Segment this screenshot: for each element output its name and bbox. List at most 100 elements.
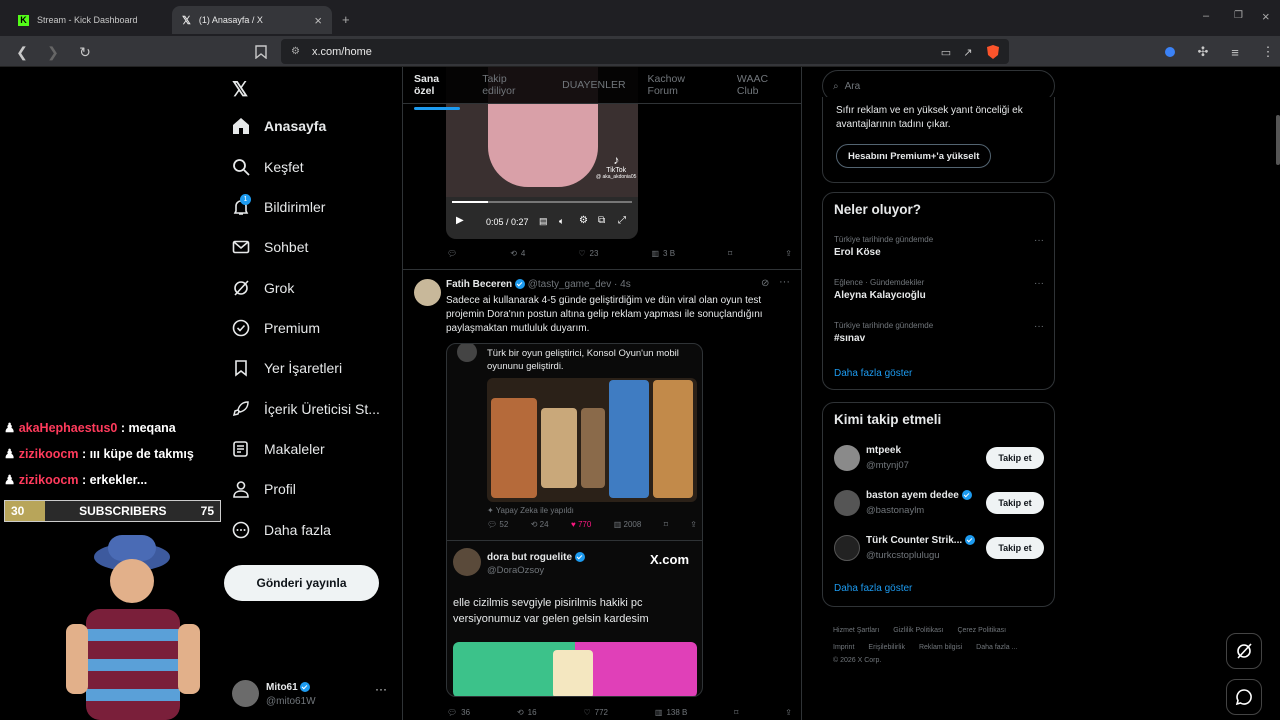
like-button[interactable]: ♡ 772 (583, 708, 608, 717)
post-media-image[interactable]: Türk bir oyun geliştirici, Konsol Oyun'u… (446, 343, 703, 697)
views-button[interactable]: ▥ 138 B (655, 708, 687, 717)
more-dots-icon[interactable]: ··· (779, 276, 790, 288)
video-progress-fill (452, 201, 488, 203)
nav-articles[interactable]: Makaleler (232, 440, 325, 458)
page-scrollbar[interactable] (1276, 115, 1280, 165)
settings-gear-icon[interactable]: ⚙ (579, 215, 588, 226)
forward-icon[interactable]: ❯ (43, 42, 63, 62)
reply-button[interactable]: 💬︎ 36 (447, 708, 470, 717)
chat-text: : meqana (120, 421, 176, 435)
new-tab-button[interactable]: + (342, 12, 350, 27)
messages-floating-button[interactable] (1226, 679, 1262, 715)
footer-link[interactable]: Erişilebilirlik (868, 639, 905, 656)
more-dots-icon[interactable]: ··· (1034, 278, 1044, 289)
show-more-link[interactable]: Daha fazla göster (834, 583, 912, 594)
bookmark-page-icon[interactable] (251, 42, 271, 62)
post-time[interactable]: 4s (620, 279, 631, 290)
tab-list-waac[interactable]: WAAC Club (737, 73, 790, 97)
playlist-icon[interactable]: ≡ (1225, 42, 1245, 62)
subs-goal: 75 (200, 504, 214, 518)
tab-following[interactable]: Takip ediliyor (482, 73, 540, 97)
brave-shield-icon[interactable] (983, 42, 1003, 62)
follow-button[interactable]: Takip et (986, 537, 1044, 559)
reply-icon[interactable]: 💬︎ (447, 249, 457, 258)
share-icon[interactable]: ⇪ (785, 708, 792, 717)
more-dots-icon[interactable]: ··· (1034, 321, 1044, 332)
more-dots-icon[interactable]: ··· (375, 682, 387, 696)
share-icon[interactable]: ⇪ (785, 249, 792, 258)
follow-button[interactable]: Takip et (986, 492, 1044, 514)
reload-icon[interactable]: ↻ (75, 42, 95, 62)
nav-creator-studio[interactable]: İçerik Üreticisi St... (232, 400, 380, 418)
browser-menu-icon[interactable]: ⋮ (1258, 42, 1278, 62)
views-button[interactable]: ▥ 3 B (651, 249, 675, 258)
maximize-button[interactable]: ❐ (1234, 10, 1243, 21)
follow-suggestion[interactable]: mtpeek @mtynj07 Takip et (823, 441, 1054, 479)
share-icon[interactable]: ↗ (958, 42, 978, 62)
nav-messages[interactable]: Sohbet (232, 238, 308, 256)
footer-link[interactable]: Reklam bilgisi (919, 639, 962, 656)
fullscreen-icon[interactable]: ⤢ (618, 215, 626, 226)
pip-icon[interactable]: ⧉ (598, 215, 605, 226)
author-name[interactable]: Fatih Beceren (446, 279, 512, 290)
premium-upgrade-button[interactable]: Hesabını Premium+'a yükselt (836, 144, 992, 168)
grok-floating-button[interactable] (1226, 633, 1262, 669)
avatar[interactable] (414, 279, 441, 306)
grok-icon[interactable]: ⊘ (761, 278, 769, 289)
extension-icon[interactable] (1160, 42, 1180, 62)
bookmark-icon[interactable]: ⌑ (734, 708, 738, 717)
play-icon[interactable]: ▶ (456, 215, 464, 226)
more-dots-icon[interactable]: ··· (1034, 235, 1044, 246)
follow-suggestion[interactable]: baston ayem dedee @bastonaylm Takip et (823, 486, 1054, 524)
close-tab-icon[interactable]: × (314, 13, 322, 28)
footer-link[interactable]: Çerez Politikası (957, 622, 1006, 639)
tab-for-you[interactable]: Sana özel (414, 73, 461, 110)
back-icon[interactable]: ❮ (12, 42, 32, 62)
x-logo-icon[interactable]: 𝕏 (232, 77, 248, 102)
follow-button[interactable]: Takip et (986, 447, 1044, 469)
nav-profile[interactable]: Profil (232, 480, 296, 498)
follow-suggestion[interactable]: Türk Counter Strik... @turkcstoplulugu T… (823, 531, 1054, 569)
captions-icon[interactable]: ▤ (539, 216, 548, 227)
who-title: Kimi takip etmeli (834, 412, 942, 427)
author-handle[interactable]: @tasty_game_dev (528, 279, 612, 290)
x-page: 𝕏 Anasayfa Keşfet 1 Bildirimler Sohbet G… (0, 67, 1280, 720)
ai-label: ✦ Yapay Zeka ile yapıldı (487, 506, 574, 515)
extensions-puzzle-icon[interactable]: ✣ (1193, 42, 1213, 62)
footer-link[interactable]: Hizmet Şartları (833, 622, 879, 639)
trend-item[interactable]: Eğlence · Gündemdekiler Aleyna Kalaycıoğ… (834, 278, 1044, 301)
show-more-link[interactable]: Daha fazla göster (834, 368, 912, 379)
nav-notifications[interactable]: 1 Bildirimler (232, 194, 325, 216)
chat-username: akaHephaestus0 (18, 421, 118, 435)
nav-home[interactable]: Anasayfa (232, 117, 326, 135)
nav-explore[interactable]: Keşfet (232, 158, 304, 176)
like-button[interactable]: ♡ 23 (578, 249, 598, 258)
site-settings-icon[interactable]: ⚙ (291, 46, 300, 57)
cast-icon[interactable]: ▭ (936, 42, 956, 62)
minimize-button[interactable]: – (1203, 10, 1209, 22)
video-progress-track[interactable] (452, 201, 632, 203)
nav-grok[interactable]: Grok (232, 279, 294, 297)
bookmark-icon[interactable]: ⌑ (728, 249, 732, 258)
account-switcher[interactable]: Mito61 @mito61W ··· (232, 680, 392, 712)
post-button[interactable]: Gönderi yayınla (224, 565, 379, 601)
address-bar[interactable]: ⚙ x.com/home (281, 39, 1009, 64)
trend-item[interactable]: Türkiye tarihinde gündemde Erol Köse ··· (834, 235, 1044, 258)
tab-list-duayenler[interactable]: DUAYENLER (562, 79, 625, 91)
tab-kick-dashboard[interactable]: K Stream - Kick Dashboard (8, 6, 170, 34)
tab-x-home[interactable]: 𝕏 (1) Anasayfa / X × (172, 6, 332, 34)
repost-button[interactable]: ⟲ 4 (510, 249, 525, 258)
nav-bookmarks[interactable]: Yer İşaretleri (232, 359, 342, 377)
footer-link[interactable]: Gizlilik Politikası (893, 622, 943, 639)
footer-link[interactable]: Imprint (833, 639, 854, 656)
nav-more[interactable]: Daha fazla (232, 521, 331, 539)
volume-icon[interactable]: 🔈︎ (559, 216, 564, 227)
footer-link[interactable]: Daha fazla ... (976, 639, 1017, 656)
embed-image (453, 642, 697, 696)
nav-premium[interactable]: Premium (232, 319, 320, 337)
avatar (232, 680, 259, 707)
tab-list-kachow[interactable]: Kachow Forum (648, 73, 715, 97)
repost-button[interactable]: ⟲ 16 (517, 708, 537, 717)
trend-item[interactable]: Türkiye tarihinde gündemde #sınav ··· (834, 321, 1044, 344)
close-window-button[interactable]: × (1262, 9, 1270, 24)
